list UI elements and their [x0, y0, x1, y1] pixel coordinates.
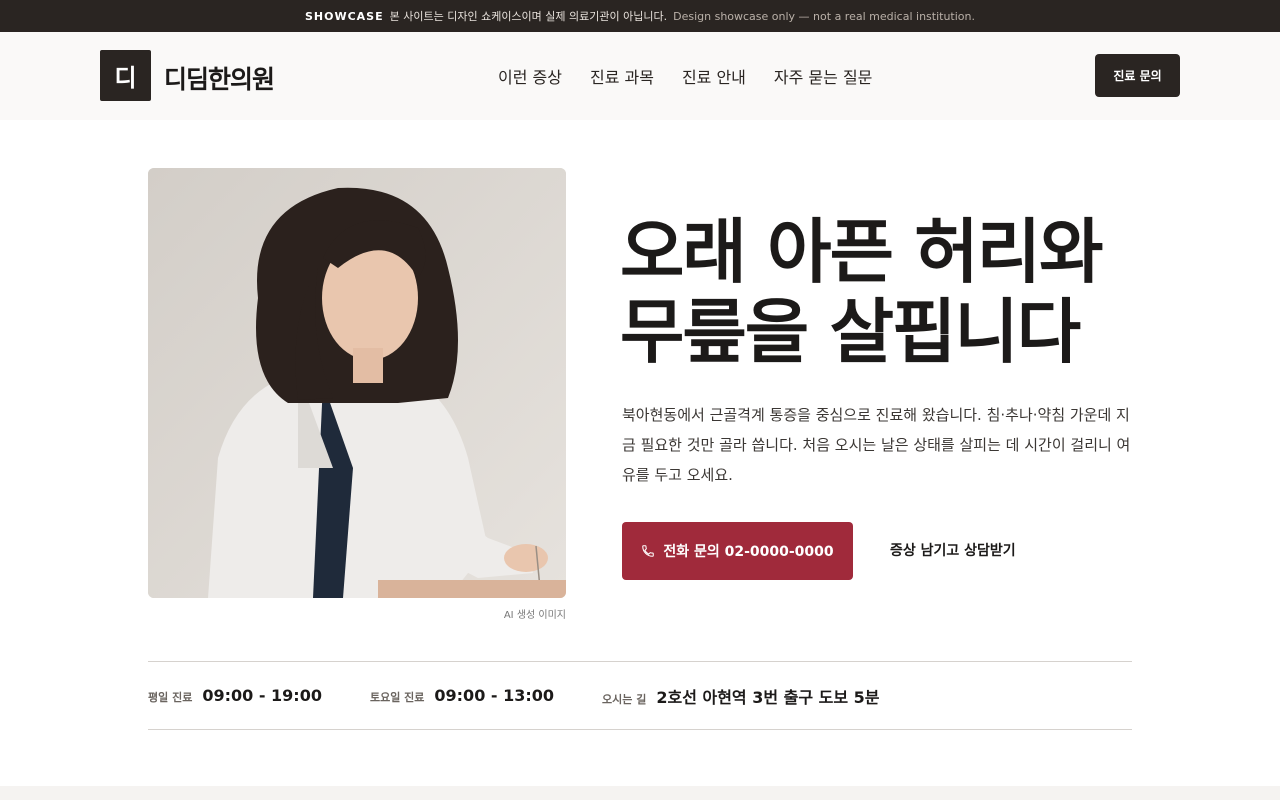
info-value: 09:00 - 19:00 — [202, 686, 322, 705]
phone-call-label: 전화 문의 02-0000-0000 — [663, 544, 834, 560]
next-section-edge — [0, 786, 1280, 800]
hero-description: 북아현동에서 근골격계 통증을 중심으로 진료해 왔습니다. 침·추나·약침 가… — [622, 406, 1131, 484]
image-caption: AI 생성 이미지 — [503, 610, 566, 621]
inquiry-button[interactable]: 진료 문의 — [1095, 54, 1180, 97]
phone-icon — [642, 545, 655, 557]
weekday-hours: 평일 진료 09:00 - 19:00 — [148, 686, 322, 705]
banner-text-english: Design showcase only — not a real medica… — [673, 9, 975, 23]
site-header: 디 디딤한의원 이런 증상 진료 과목 진료 안내 자주 묻는 질문 진료 문의 — [0, 32, 1280, 120]
hero-title-line-2: 무릎을 살핍니다 — [620, 291, 1081, 373]
nav-item-departments[interactable]: 진료 과목 — [590, 64, 654, 88]
logo-mark[interactable]: 디 — [100, 50, 151, 101]
info-value: 2호선 아현역 3번 출구 도보 5분 — [656, 687, 880, 707]
clinic-info-bar: 평일 진료 09:00 - 19:00 토요일 진료 09:00 - 13:00… — [148, 661, 1132, 730]
hero-photo — [148, 168, 566, 598]
hero-title: 오래 아픈 허리와 무릎을 살핍니다 — [620, 212, 1180, 372]
doctor-illustration — [148, 168, 566, 598]
info-label: 평일 진료 — [148, 691, 193, 704]
banner-tag: SHOWCASE — [304, 9, 384, 23]
nav-item-faq[interactable]: 자주 묻는 질문 — [774, 64, 873, 88]
phone-call-button[interactable]: 전화 문의 02-0000-0000 — [622, 522, 853, 580]
showcase-banner: SHOWCASE 본 사이트는 디자인 쇼케이스이며 실제 의료기관이 아닙니다… — [0, 0, 1280, 32]
nav-item-guide[interactable]: 진료 안내 — [682, 64, 746, 88]
hero-title-line-1: 오래 아픈 허리와 — [620, 211, 1104, 293]
saturday-hours: 토요일 진료 09:00 - 13:00 — [370, 686, 554, 705]
banner-text-korean: 본 사이트는 디자인 쇼케이스이며 실제 의료기관이 아닙니다. — [389, 10, 668, 23]
info-value: 09:00 - 13:00 — [434, 686, 555, 705]
logo-name[interactable]: 디딤한의원 — [164, 60, 275, 96]
nav-item-symptoms[interactable]: 이런 증상 — [498, 64, 562, 88]
info-label: 토요일 진료 — [369, 691, 425, 704]
info-label: 오시는 길 — [602, 692, 647, 706]
directions: 오시는 길 2호선 아현역 3번 출구 도보 5분 — [602, 684, 879, 708]
leave-symptoms-link[interactable]: 증상 남기고 상담받기 — [890, 540, 1016, 560]
main-nav: 이런 증상 진료 과목 진료 안내 자주 묻는 질문 — [498, 64, 872, 88]
